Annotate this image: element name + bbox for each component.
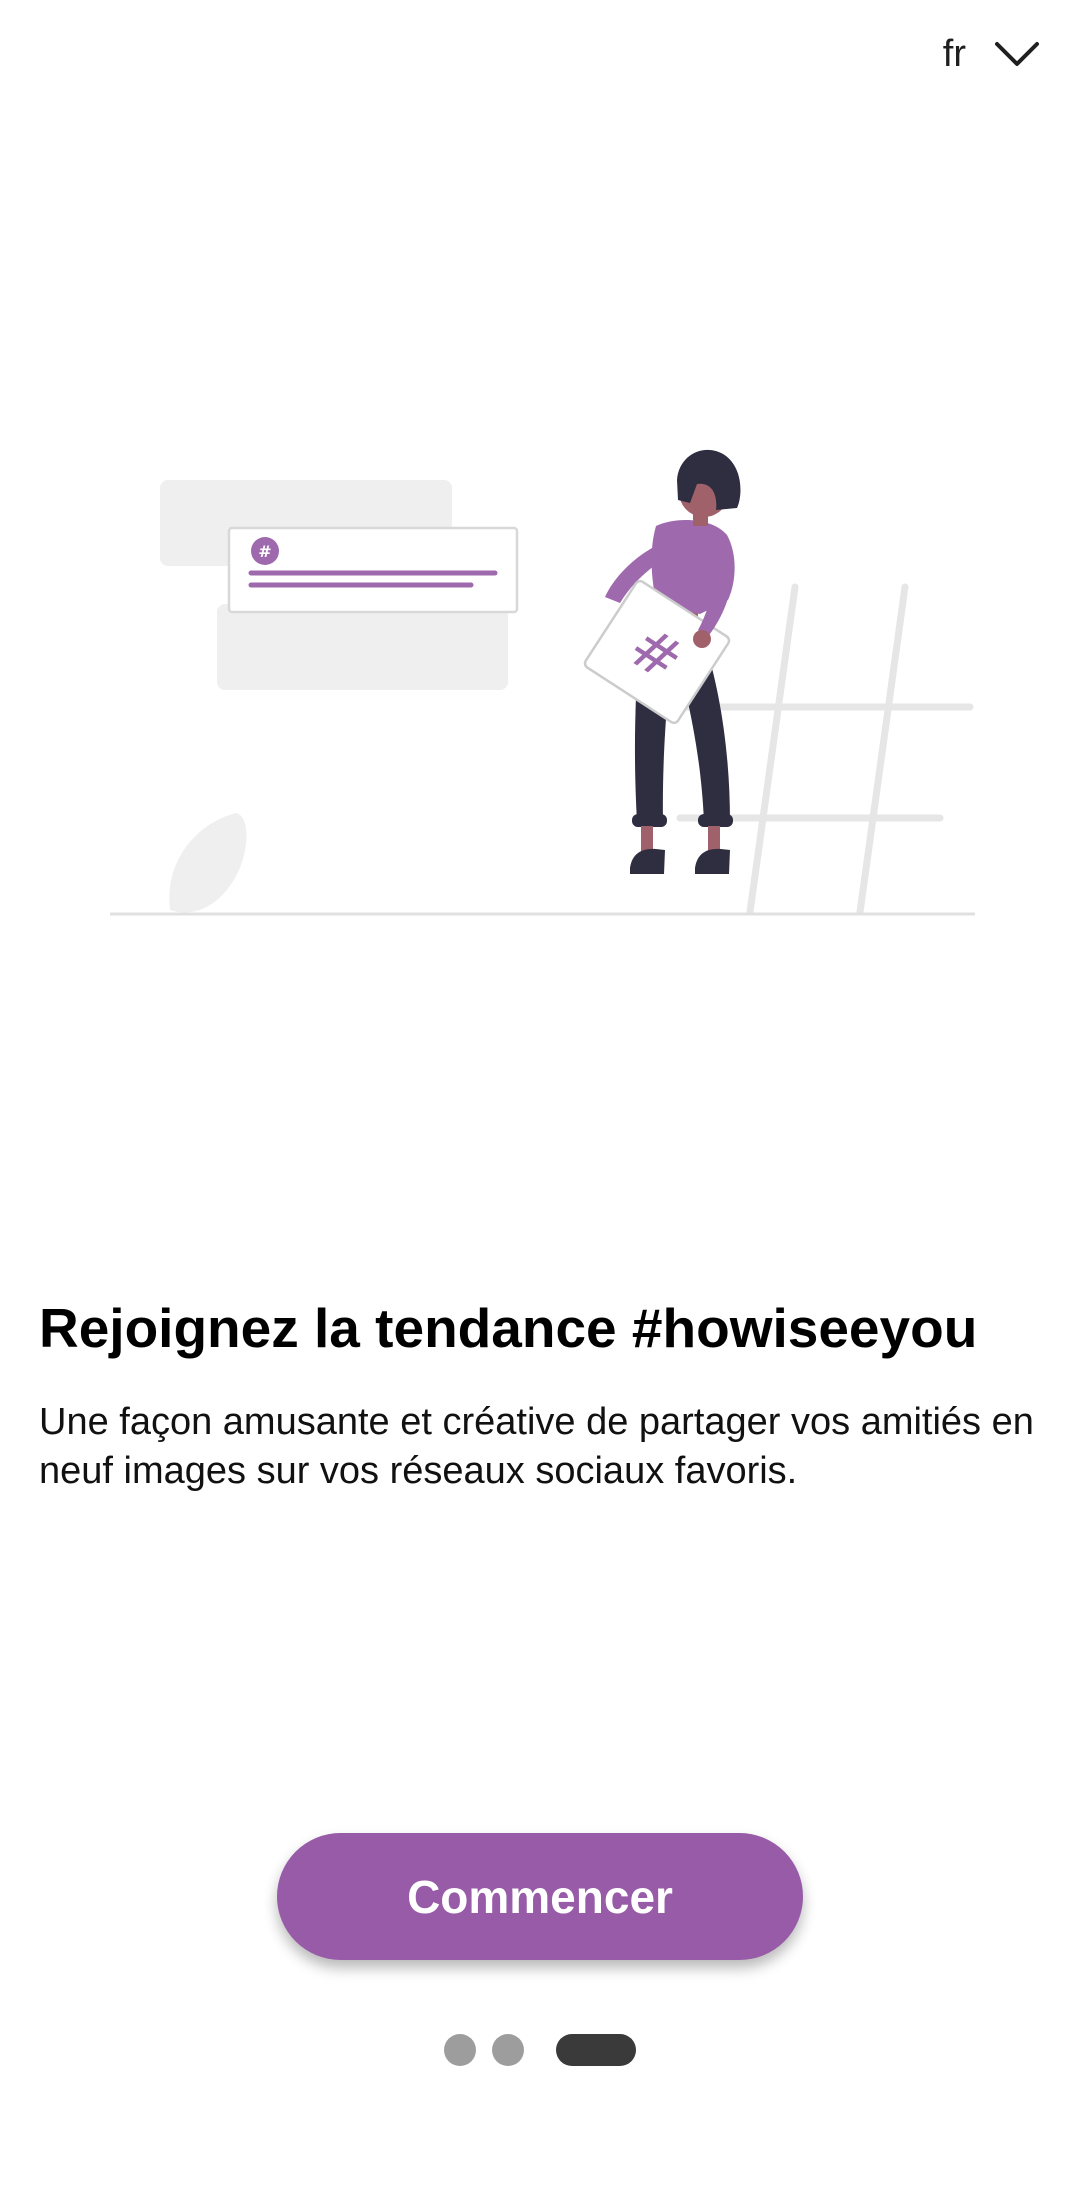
page-dot-3-active[interactable] (556, 2034, 636, 2066)
person-figure: # (583, 449, 741, 874)
post-card: # (227, 526, 519, 614)
page-indicator (0, 2034, 1080, 2066)
chevron-down-icon (995, 42, 1039, 66)
language-value: fr (942, 33, 966, 75)
page-dot-1[interactable] (444, 2034, 476, 2066)
placeholder-card-lower (217, 604, 508, 690)
leaf-shape (169, 813, 247, 913)
start-button[interactable]: Commencer (277, 1833, 803, 1960)
onboarding-description: Une façon amusante et créative de partag… (39, 1401, 1034, 1492)
svg-text:#: # (258, 542, 271, 561)
onboarding-title: Rejoignez la tendance #howiseeyou (39, 1297, 978, 1359)
language-selector[interactable]: fr (943, 12, 1040, 96)
page-dot-2[interactable] (492, 2034, 524, 2066)
onboarding-illustration: # # (110, 449, 975, 916)
